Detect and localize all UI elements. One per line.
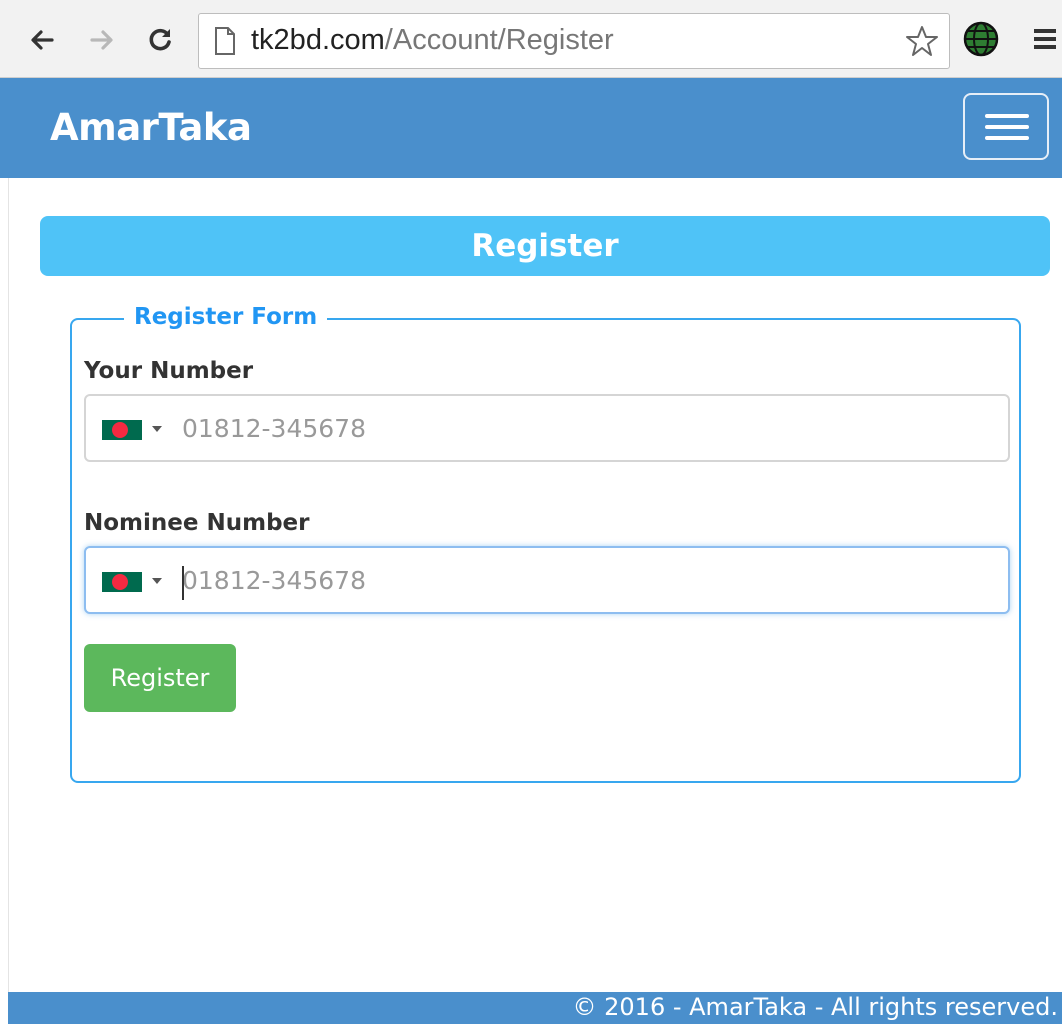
hamburger-bar [985,114,1029,118]
url-path: /Account/Register [384,24,614,56]
hamburger-icon[interactable] [1030,24,1060,54]
star-icon[interactable] [905,24,939,58]
page-title: Register [471,228,619,264]
chevron-down-icon[interactable] [152,426,162,432]
hamburger-bar [985,136,1029,140]
register-form: Register Form Your Number Nominee Number… [70,304,1021,783]
back-button[interactable] [22,20,62,60]
register-button[interactable]: Register [84,644,236,712]
nominee-number-input[interactable] [182,560,992,600]
bangladesh-flag-icon[interactable] [102,572,142,592]
page-title-bar: Register [40,216,1050,276]
copyright-text: © 2016 - AmarTaka - All rights reserved. [572,993,1058,1021]
nominee-number-label: Nominee Number [84,510,310,536]
browser-toolbar: tk2bd.com/Account/Register [0,0,1062,78]
page-icon [215,27,235,55]
footer: © 2016 - AmarTaka - All rights reserved. [8,992,1062,1024]
reload-button[interactable] [140,20,180,60]
bangladesh-flag-icon[interactable] [102,420,142,440]
url-text: tk2bd.com/Account/Register [251,24,614,57]
navbar: AmarTaka [0,78,1062,178]
text-cursor [182,566,184,600]
reload-icon [149,28,171,51]
hamburger-bar [985,125,1029,129]
globe-icon[interactable] [962,20,1000,58]
nominee-number-field [84,546,1010,614]
forward-button[interactable] [82,20,122,60]
chevron-down-icon[interactable] [152,578,162,584]
form-legend: Register Form [124,304,328,330]
your-number-label: Your Number [84,358,254,384]
brand-logo[interactable]: AmarTaka [50,106,252,149]
url-host: tk2bd.com [251,24,385,56]
arrow-left-icon [31,30,54,50]
your-number-input[interactable] [182,408,992,448]
arrow-right-icon [90,30,113,50]
navbar-toggle-button[interactable] [963,93,1049,160]
page-border [8,178,9,992]
address-bar[interactable]: tk2bd.com/Account/Register [198,13,950,69]
your-number-field [84,394,1010,462]
